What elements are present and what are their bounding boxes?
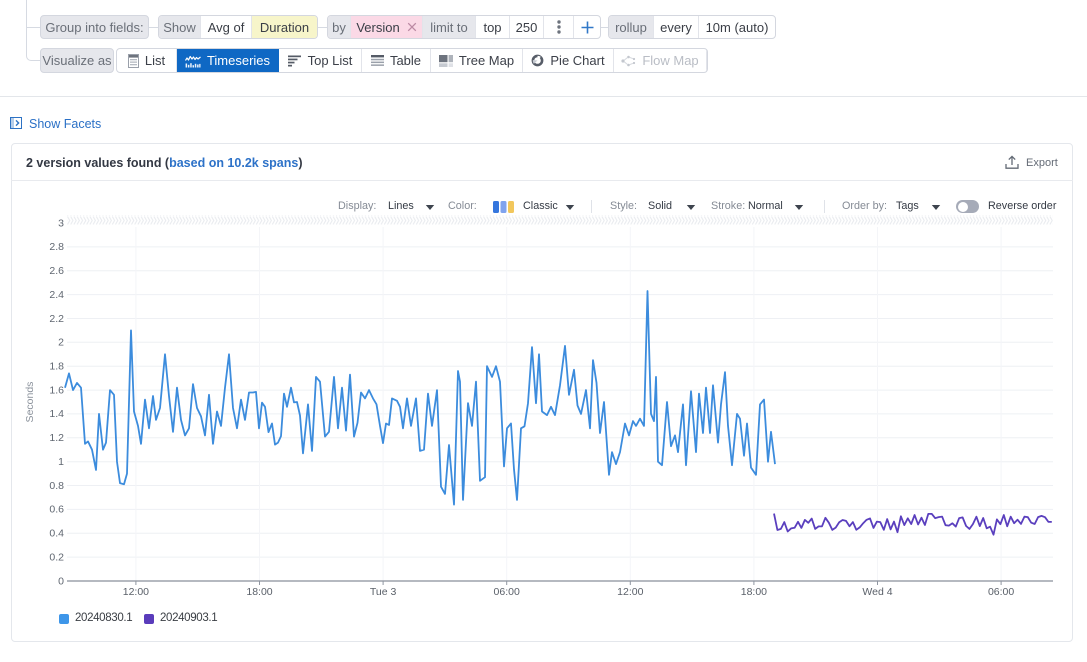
svg-text:1.4: 1.4 <box>49 408 64 420</box>
svg-text:0.8: 0.8 <box>49 480 64 492</box>
svg-text:2: 2 <box>58 337 64 349</box>
svg-text:12:00: 12:00 <box>617 586 643 598</box>
svg-text:1: 1 <box>58 456 64 468</box>
svg-text:1.2: 1.2 <box>49 432 64 444</box>
svg-text:2.4: 2.4 <box>49 289 64 301</box>
svg-text:2.6: 2.6 <box>49 265 64 277</box>
svg-text:18:00: 18:00 <box>741 586 767 598</box>
svg-text:0.6: 0.6 <box>49 504 64 516</box>
svg-text:2.8: 2.8 <box>49 241 64 253</box>
svg-text:Wed 4: Wed 4 <box>862 586 892 598</box>
svg-text:18:00: 18:00 <box>246 586 272 598</box>
svg-text:06:00: 06:00 <box>988 586 1014 598</box>
svg-text:0.2: 0.2 <box>49 551 64 563</box>
svg-text:2.2: 2.2 <box>49 313 64 325</box>
svg-text:1.8: 1.8 <box>49 361 64 373</box>
svg-text:3: 3 <box>58 217 64 229</box>
svg-text:Seconds: Seconds <box>24 382 36 423</box>
svg-text:06:00: 06:00 <box>494 586 520 598</box>
svg-text:1.6: 1.6 <box>49 384 64 396</box>
svg-text:Tue 3: Tue 3 <box>370 586 397 598</box>
svg-text:12:00: 12:00 <box>123 586 149 598</box>
svg-text:0: 0 <box>58 575 64 587</box>
svg-text:0.4: 0.4 <box>49 528 64 540</box>
